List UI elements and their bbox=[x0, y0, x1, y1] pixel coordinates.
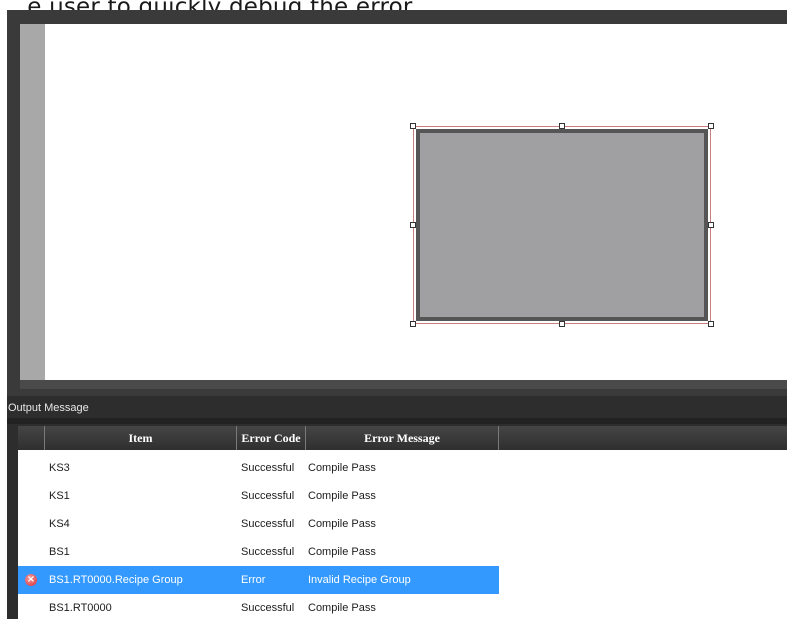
row-error-code: Error bbox=[241, 574, 266, 586]
row-error-code: Successful bbox=[241, 546, 295, 558]
row-error-message: Compile Pass bbox=[308, 518, 376, 530]
header-error-message[interactable]: Error Message bbox=[306, 426, 499, 450]
output-panel-title: Output Message bbox=[8, 402, 89, 414]
output-table: Item Error Code Error Message KS3 Succes… bbox=[18, 426, 787, 619]
row-error-code: Successful bbox=[241, 462, 295, 474]
row-error-message: Invalid Recipe Group bbox=[308, 574, 411, 586]
row-error-message: Compile Pass bbox=[308, 546, 376, 558]
row-error-message: Compile Pass bbox=[308, 602, 376, 614]
shape-body[interactable] bbox=[416, 129, 708, 321]
header-error-code[interactable]: Error Code bbox=[237, 426, 306, 450]
panel-divider bbox=[7, 418, 787, 424]
resize-handle-bottom-center[interactable] bbox=[559, 321, 565, 327]
header-spacer bbox=[499, 426, 787, 450]
header-item[interactable]: Item bbox=[45, 426, 237, 450]
table-header: Item Error Code Error Message bbox=[18, 426, 787, 450]
resize-handle-top-center[interactable] bbox=[559, 123, 565, 129]
resize-handle-bottom-left[interactable] bbox=[410, 321, 416, 327]
row-item: KS1 bbox=[49, 490, 70, 502]
table-row[interactable]: BS1.RT0000 Successful Compile Pass bbox=[18, 594, 787, 619]
resize-handle-bottom-right[interactable] bbox=[708, 321, 714, 327]
horizontal-scrollbar[interactable] bbox=[20, 380, 787, 389]
row-error-message: Compile Pass bbox=[308, 462, 376, 474]
row-item: KS3 bbox=[49, 462, 70, 474]
resize-handle-top-left[interactable] bbox=[410, 123, 416, 129]
error-icon: × bbox=[25, 574, 37, 586]
header-icon-column[interactable] bbox=[18, 426, 45, 450]
row-item: BS1.RT0000.Recipe Group bbox=[49, 574, 183, 586]
table-row[interactable]: BS1 Successful Compile Pass bbox=[18, 538, 787, 566]
table-row[interactable]: KS3 Successful Compile Pass bbox=[18, 454, 787, 482]
row-item: BS1.RT0000 bbox=[49, 602, 112, 614]
row-item: KS4 bbox=[49, 518, 70, 530]
resize-handle-middle-right[interactable] bbox=[708, 222, 714, 228]
vertical-ruler bbox=[20, 24, 45, 380]
table-row-selected[interactable]: × BS1.RT0000.Recipe Group Error Invalid … bbox=[18, 566, 787, 594]
table-row[interactable]: KS4 Successful Compile Pass bbox=[18, 510, 787, 538]
resize-handle-middle-left[interactable] bbox=[410, 222, 416, 228]
resize-handle-top-right[interactable] bbox=[708, 123, 714, 129]
row-error-code: Successful bbox=[241, 490, 295, 502]
row-error-code: Successful bbox=[241, 602, 295, 614]
row-error-code: Successful bbox=[241, 518, 295, 530]
selected-shape[interactable] bbox=[413, 126, 711, 324]
table-row[interactable]: KS1 Successful Compile Pass bbox=[18, 482, 787, 510]
row-item: BS1 bbox=[49, 546, 70, 558]
row-error-message: Compile Pass bbox=[308, 490, 376, 502]
